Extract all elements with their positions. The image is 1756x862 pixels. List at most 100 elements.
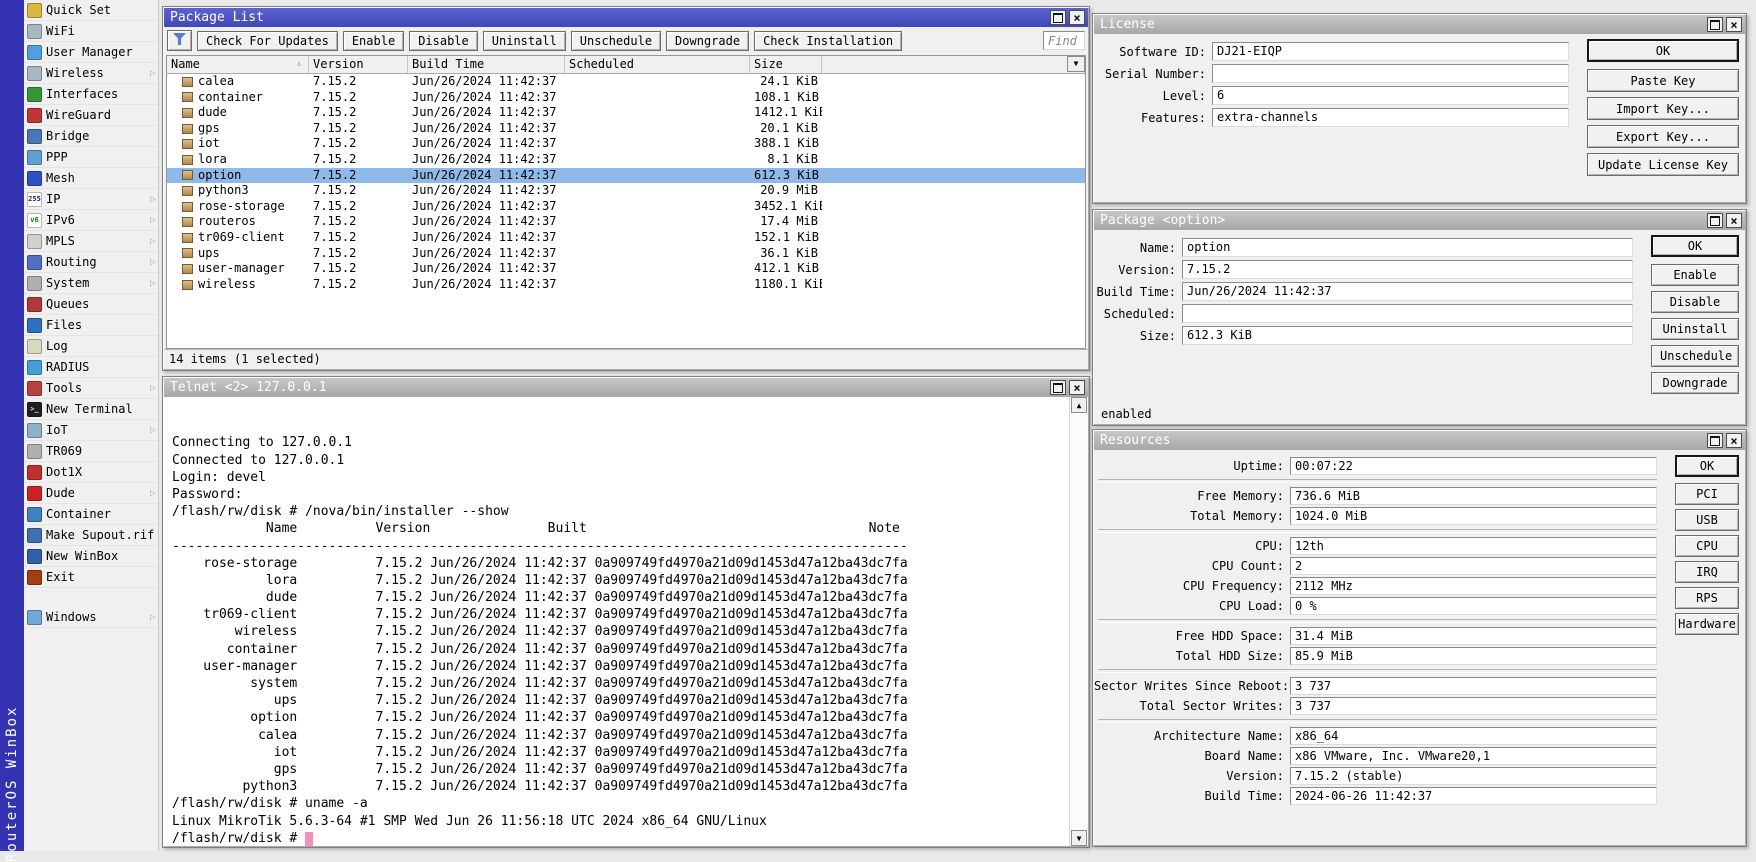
sidebar-item-queues[interactable]: Queues bbox=[24, 294, 158, 315]
table-row-python3[interactable]: python37.15.2Jun/26/2024 11:42:3720.9 Mi… bbox=[167, 183, 1085, 199]
sidebar-item-tr069[interactable]: TR069 bbox=[24, 441, 158, 462]
column-header-name[interactable]: Name▵ bbox=[167, 56, 309, 73]
sidebar-item-routing[interactable]: Routing▷ bbox=[24, 252, 158, 273]
toolbar-button-check-for-updates[interactable]: Check For Updates bbox=[197, 31, 338, 51]
import-key-button[interactable]: Import Key... bbox=[1587, 97, 1739, 120]
column-header-build-time[interactable]: Build Time bbox=[408, 56, 565, 73]
disable-button[interactable]: Disable bbox=[1651, 291, 1739, 313]
field-value-total-memory[interactable]: 1024.0 MiB bbox=[1290, 507, 1657, 525]
ok-button[interactable]: OK bbox=[1675, 455, 1739, 477]
package-list-titlebar[interactable]: Package List × bbox=[164, 8, 1088, 27]
field-value-size[interactable]: 612.3 KiB bbox=[1182, 326, 1633, 345]
field-value-features[interactable]: extra-channels bbox=[1212, 108, 1569, 127]
close-button[interactable]: × bbox=[1069, 380, 1085, 395]
field-value-version[interactable]: 7.15.2 (stable) bbox=[1290, 767, 1657, 785]
sidebar-item-container[interactable]: Container bbox=[24, 504, 158, 525]
ok-button[interactable]: OK bbox=[1587, 39, 1739, 62]
table-row-calea[interactable]: calea7.15.2Jun/26/2024 11:42:3724.1 KiB bbox=[167, 74, 1085, 90]
sidebar-item-dude[interactable]: Dude▷ bbox=[24, 483, 158, 504]
license-titlebar[interactable]: License × bbox=[1094, 15, 1745, 34]
field-value-free-hdd-space[interactable]: 31.4 MiB bbox=[1290, 627, 1657, 645]
scroll-up-button[interactable]: ▲ bbox=[1071, 397, 1087, 413]
sidebar-item-mesh[interactable]: Mesh bbox=[24, 168, 158, 189]
find-input[interactable] bbox=[1043, 31, 1085, 50]
terminal[interactable]: Connecting to 127.0.0.1Connected to 127.… bbox=[164, 397, 1070, 846]
sidebar-item-ip[interactable]: 255IP▷ bbox=[24, 189, 158, 210]
field-value-name[interactable]: option bbox=[1182, 238, 1633, 257]
field-value-architecture-name[interactable]: x86_64 bbox=[1290, 727, 1657, 745]
sidebar-item-new-terminal[interactable]: >_New Terminal bbox=[24, 399, 158, 420]
close-button[interactable]: × bbox=[1726, 433, 1742, 448]
update-license-key-button[interactable]: Update License Key bbox=[1587, 153, 1739, 176]
table-row-gps[interactable]: gps7.15.2Jun/26/2024 11:42:3720.1 KiB bbox=[167, 121, 1085, 137]
sidebar-item-interfaces[interactable]: Interfaces bbox=[24, 84, 158, 105]
table-row-tr069-client[interactable]: tr069-client7.15.2Jun/26/2024 11:42:3715… bbox=[167, 230, 1085, 246]
sidebar-item-bridge[interactable]: Bridge bbox=[24, 126, 158, 147]
table-row-wireless[interactable]: wireless7.15.2Jun/26/2024 11:42:371180.1… bbox=[167, 277, 1085, 293]
package-option-titlebar[interactable]: Package <option> × bbox=[1094, 211, 1745, 230]
field-value-total-sector-writes[interactable]: 3 737 bbox=[1290, 697, 1657, 715]
maximize-button[interactable] bbox=[1050, 10, 1066, 25]
cpu-button[interactable]: CPU bbox=[1675, 535, 1739, 557]
sidebar-item-mpls[interactable]: MPLS▷ bbox=[24, 231, 158, 252]
sidebar-item-radius[interactable]: RADIUS bbox=[24, 357, 158, 378]
field-value-free-memory[interactable]: 736.6 MiB bbox=[1290, 487, 1657, 505]
sidebar-item-wireguard[interactable]: WireGuard bbox=[24, 105, 158, 126]
sidebar-item-files[interactable]: Files bbox=[24, 315, 158, 336]
field-value-software-id[interactable]: DJ21-EIQP bbox=[1212, 42, 1569, 61]
sidebar-item-iot[interactable]: IoT▷ bbox=[24, 420, 158, 441]
sidebar-item-dot1x[interactable]: Dot1X bbox=[24, 462, 158, 483]
toolbar-button-disable[interactable]: Disable bbox=[409, 31, 478, 51]
table-row-dude[interactable]: dude7.15.2Jun/26/2024 11:42:371412.1 KiB bbox=[167, 105, 1085, 121]
column-menu-button[interactable]: ▼ bbox=[1067, 56, 1085, 72]
telnet-titlebar[interactable]: Telnet <2> 127.0.0.1 × bbox=[164, 378, 1088, 397]
toolbar-button-downgrade[interactable]: Downgrade bbox=[666, 31, 749, 51]
column-header-scheduled[interactable]: Scheduled bbox=[565, 56, 750, 73]
toolbar-button-uninstall[interactable]: Uninstall bbox=[483, 31, 566, 51]
pci-button[interactable]: PCI bbox=[1675, 483, 1739, 505]
field-value-total-hdd-size[interactable]: 85.9 MiB bbox=[1290, 647, 1657, 665]
usb-button[interactable]: USB bbox=[1675, 509, 1739, 531]
sidebar-item-ipv6[interactable]: v6IPv6▷ bbox=[24, 210, 158, 231]
toolbar-button-enable[interactable]: Enable bbox=[343, 31, 404, 51]
sidebar-item-make-supout-rif[interactable]: Make Supout.rif bbox=[24, 525, 158, 546]
field-value-uptime[interactable]: 00:07:22 bbox=[1290, 457, 1657, 475]
field-value-level[interactable]: 6 bbox=[1212, 86, 1569, 105]
field-value-build-time[interactable]: Jun/26/2024 11:42:37 bbox=[1182, 282, 1633, 301]
resources-titlebar[interactable]: Resources × bbox=[1094, 431, 1745, 450]
sidebar-item-windows[interactable]: Windows▷ bbox=[24, 607, 158, 628]
toolbar-button-check-installation[interactable]: Check Installation bbox=[754, 31, 902, 51]
downgrade-button[interactable]: Downgrade bbox=[1651, 372, 1739, 394]
sidebar-item-wireless[interactable]: Wireless▷ bbox=[24, 63, 158, 84]
close-button[interactable]: × bbox=[1726, 213, 1742, 228]
table-row-option[interactable]: option7.15.2Jun/26/2024 11:42:37612.3 Ki… bbox=[167, 168, 1085, 184]
column-header-version[interactable]: Version bbox=[309, 56, 408, 73]
uninstall-button[interactable]: Uninstall bbox=[1651, 318, 1739, 340]
column-header-size[interactable]: Size bbox=[750, 56, 822, 73]
table-row-routeros[interactable]: routeros7.15.2Jun/26/2024 11:42:3717.4 M… bbox=[167, 214, 1085, 230]
sidebar-item-ppp[interactable]: PPP bbox=[24, 147, 158, 168]
field-value-build-time[interactable]: 2024-06-26 11:42:37 bbox=[1290, 787, 1657, 805]
maximize-button[interactable] bbox=[1707, 17, 1723, 32]
rps-button[interactable]: RPS bbox=[1675, 587, 1739, 609]
sidebar-item-log[interactable]: Log bbox=[24, 336, 158, 357]
maximize-button[interactable] bbox=[1707, 433, 1723, 448]
table-row-iot[interactable]: iot7.15.2Jun/26/2024 11:42:37388.1 KiB bbox=[167, 136, 1085, 152]
field-value-sector-writes-since-reboot[interactable]: 3 737 bbox=[1290, 677, 1657, 695]
maximize-button[interactable] bbox=[1707, 213, 1723, 228]
enable-button[interactable]: Enable bbox=[1651, 264, 1739, 286]
filter-button[interactable] bbox=[167, 30, 192, 51]
sidebar-item-user-manager[interactable]: User Manager bbox=[24, 42, 158, 63]
field-value-board-name[interactable]: x86 VMware, Inc. VMware20,1 bbox=[1290, 747, 1657, 765]
field-value-serial-number[interactable] bbox=[1212, 64, 1569, 83]
field-value-cpu-load[interactable]: 0 % bbox=[1290, 597, 1657, 615]
table-row-user-manager[interactable]: user-manager7.15.2Jun/26/2024 11:42:3741… bbox=[167, 261, 1085, 277]
toolbar-button-unschedule[interactable]: Unschedule bbox=[571, 31, 661, 51]
unschedule-button[interactable]: Unschedule bbox=[1651, 345, 1739, 367]
table-row-ups[interactable]: ups7.15.2Jun/26/2024 11:42:3736.1 KiB bbox=[167, 246, 1085, 262]
sidebar-item-wifi[interactable]: WiFi bbox=[24, 21, 158, 42]
sidebar-item-quick-set[interactable]: Quick Set bbox=[24, 0, 158, 21]
field-value-cpu[interactable]: 12th bbox=[1290, 537, 1657, 555]
table-row-rose-storage[interactable]: rose-storage7.15.2Jun/26/2024 11:42:3734… bbox=[167, 199, 1085, 215]
sidebar-item-new-winbox[interactable]: New WinBox bbox=[24, 546, 158, 567]
